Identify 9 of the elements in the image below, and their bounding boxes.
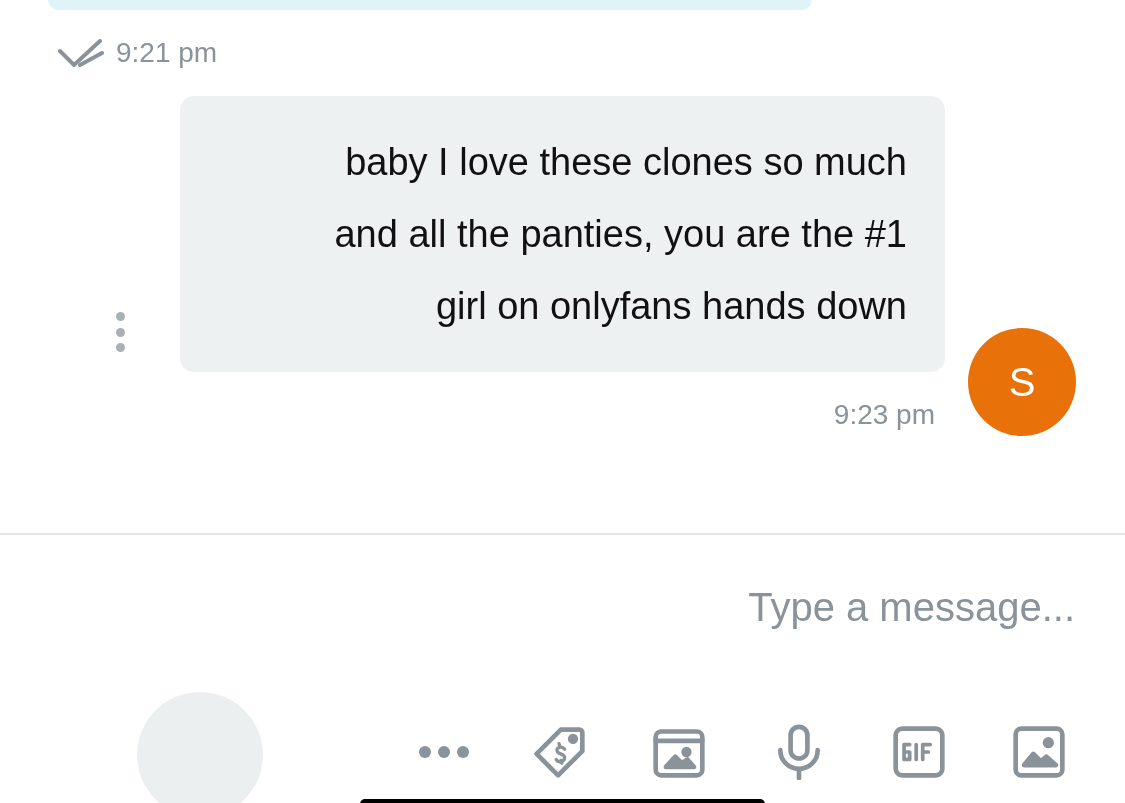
message-time: 9:23 pm <box>833 398 935 432</box>
image-icon[interactable] <box>1011 724 1067 780</box>
message-input[interactable]: Type a message... <box>175 579 1075 635</box>
gif-icon[interactable] <box>891 724 947 780</box>
message-time: 9:21 pm <box>116 36 218 70</box>
message-text: baby I love these clones so much and all the panties, you are the #1 girl on onlyfans hands down <box>180 96 945 372</box>
avatar: S <box>968 328 1076 436</box>
more-icon[interactable] <box>419 745 469 759</box>
price-tag-icon[interactable] <box>531 724 587 780</box>
